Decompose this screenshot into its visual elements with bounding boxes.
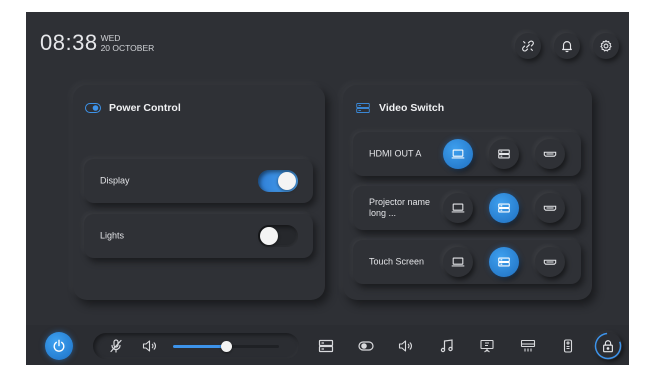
source-camera-button[interactable] (489, 193, 519, 223)
hdmi-icon (543, 205, 557, 211)
video-switch-icon (318, 339, 334, 353)
laptop-icon (451, 149, 465, 159)
unlink-icon (522, 40, 534, 52)
laptop-icon (451, 203, 465, 213)
output-label: HDMI OUT A (369, 148, 422, 159)
power-control-header: Power Control (85, 102, 181, 114)
source-hdmi-button[interactable] (535, 247, 565, 277)
source-laptop-button[interactable] (443, 139, 473, 169)
clock-time: 08:38 (40, 30, 98, 55)
projector-nav-button[interactable] (520, 339, 536, 353)
speaker-icon (142, 340, 156, 352)
audio-icon (398, 340, 412, 352)
display-label: Display (100, 175, 130, 186)
system-power-button[interactable] (45, 332, 73, 360)
video-switch-icon (356, 103, 370, 113)
output-label: Projector name long ... (369, 197, 431, 218)
toggle-knob (278, 172, 296, 190)
hdmi-icon (543, 151, 557, 157)
clock: 08:38 WED 20 OCTOBER (40, 31, 154, 55)
video-switch-nav-button[interactable] (318, 339, 334, 353)
output-label: Touch Screen (369, 256, 425, 267)
volume-slider-handle[interactable] (220, 341, 232, 352)
power-control-nav-button[interactable] (358, 339, 374, 353)
unlink-button[interactable] (515, 33, 541, 59)
clock-day-month: 20 OCTOBER (100, 43, 155, 53)
power-toggle-icon (358, 341, 374, 351)
notifications-button[interactable] (554, 33, 580, 59)
bell-icon (562, 41, 572, 53)
source-laptop-button[interactable] (443, 247, 473, 277)
lock-button[interactable] (594, 332, 622, 360)
mute-mic-button[interactable] (108, 339, 124, 353)
power-control-title: Power Control (109, 102, 181, 114)
source-camera-button[interactable] (489, 139, 519, 169)
camera-icon (498, 149, 510, 159)
gear-icon (600, 40, 612, 52)
camera-icon (498, 203, 510, 213)
projector-icon (520, 339, 536, 352)
toggle-switch-icon (85, 103, 101, 113)
video-switch-title: Video Switch (379, 102, 445, 114)
lock-progress-ring (594, 332, 622, 360)
source-camera-button[interactable] (489, 247, 519, 277)
clock-weekday: WED (100, 33, 121, 43)
control-panel-screen: 08:38 WED 20 OCTOBER Power Control Displ… (26, 12, 629, 365)
camera-icon (498, 257, 510, 267)
presentation-icon (480, 339, 494, 353)
settings-button[interactable] (593, 33, 619, 59)
music-nav-button[interactable] (439, 339, 455, 353)
hdmi-icon (543, 259, 557, 265)
volume-slider-fill (173, 345, 226, 348)
source-hdmi-button[interactable] (535, 193, 565, 223)
laptop-icon (451, 257, 465, 267)
video-switch-header: Video Switch (355, 102, 444, 114)
source-laptop-button[interactable] (443, 193, 473, 223)
clock-date: WED 20 OCTOBER (101, 33, 155, 53)
audio-nav-button[interactable] (398, 339, 414, 353)
source-hdmi-button[interactable] (535, 139, 565, 169)
power-icon (53, 339, 65, 352)
presentation-nav-button[interactable] (479, 339, 495, 353)
mic-muted-icon (110, 339, 122, 353)
speaker-button[interactable] (142, 339, 158, 353)
lights-toggle[interactable] (258, 225, 298, 247)
lights-label: Lights (100, 230, 125, 241)
remote-icon (563, 339, 573, 353)
toggle-knob (260, 227, 278, 245)
display-toggle[interactable] (258, 170, 298, 192)
music-icon (440, 339, 453, 353)
remote-nav-button[interactable] (560, 339, 576, 353)
